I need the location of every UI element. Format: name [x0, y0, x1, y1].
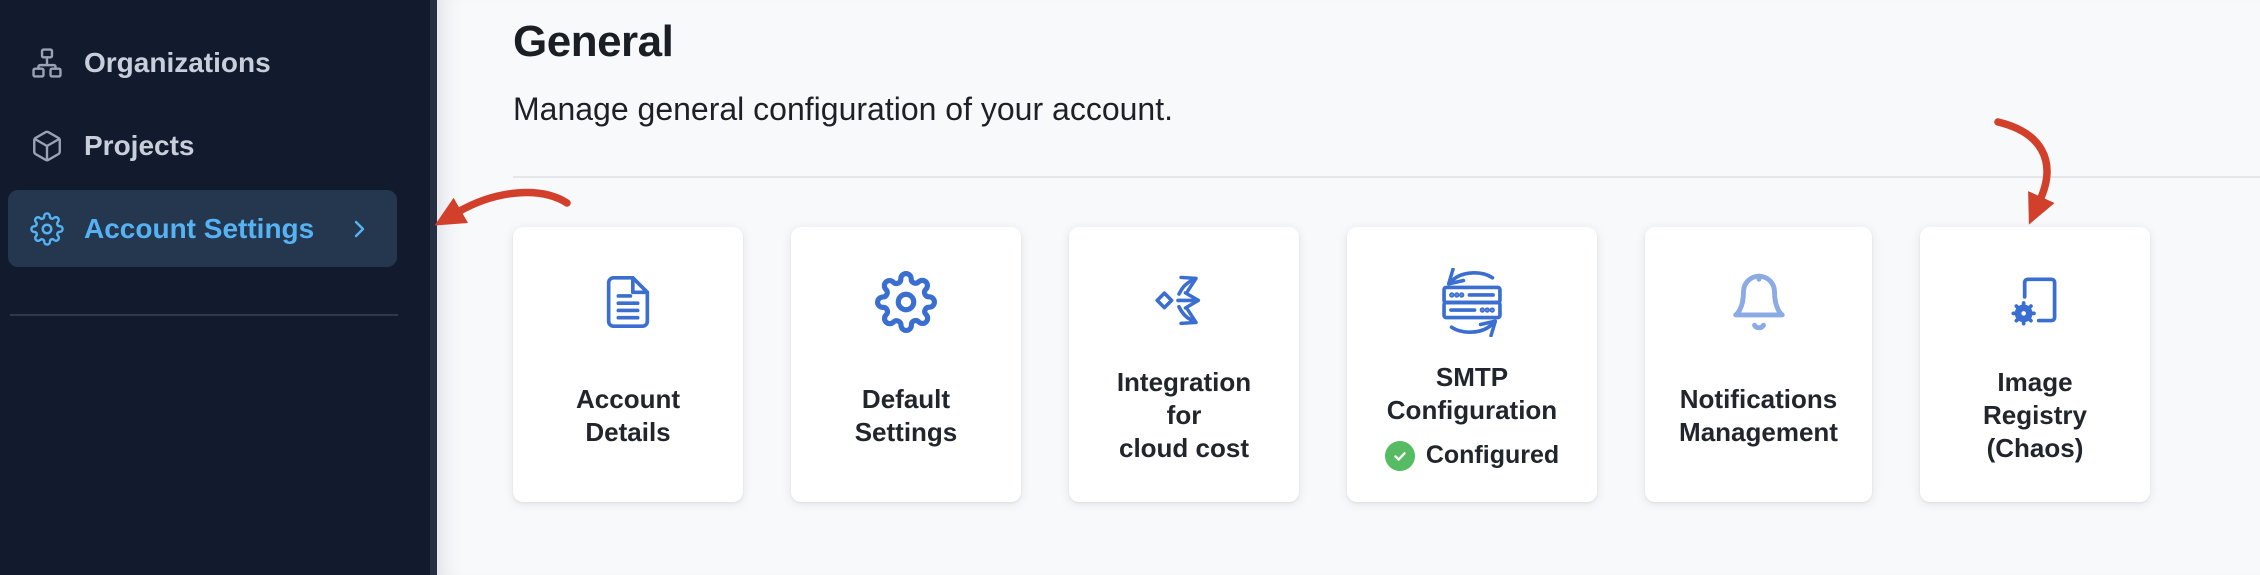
card-title: NotificationsManagement	[1679, 383, 1838, 449]
bell-icon	[1728, 267, 1790, 337]
sidebar-item-label: Projects	[84, 130, 195, 162]
check-circle-icon	[1385, 441, 1415, 471]
card-account-details[interactable]: AccountDetails	[513, 227, 743, 502]
smtp-server-sync-icon	[1429, 267, 1515, 337]
card-title: AccountDetails	[576, 383, 680, 449]
page-subtitle: Manage general configuration of your acc…	[513, 90, 2260, 128]
settings-cards-grid: AccountDetails DefaultSettings	[513, 227, 2260, 502]
card-notifications-management[interactable]: NotificationsManagement	[1645, 227, 1872, 502]
section-divider	[513, 176, 2260, 178]
cube-icon	[30, 129, 64, 163]
sidebar-item-account-settings[interactable]: Account Settings	[8, 190, 397, 267]
main-content: General Manage general configuration of …	[437, 0, 2260, 575]
card-smtp-configuration[interactable]: SMTPConfiguration Configured	[1347, 227, 1597, 502]
card-title: Integrationforcloud cost	[1117, 366, 1251, 465]
integration-arrows-icon	[1150, 267, 1218, 337]
sidebar-item-label: Account Settings	[84, 213, 314, 245]
card-title: DefaultSettings	[855, 383, 958, 449]
card-image-registry-chaos[interactable]: ImageRegistry(Chaos)	[1920, 227, 2150, 502]
status-label: Configured	[1426, 441, 1559, 470]
document-icon	[599, 267, 657, 337]
card-title: ImageRegistry(Chaos)	[1983, 366, 2087, 465]
sidebar-item-organizations[interactable]: Organizations	[8, 24, 397, 101]
card-integration-cloud-cost[interactable]: Integrationforcloud cost	[1069, 227, 1299, 502]
chevron-right-icon	[347, 217, 371, 241]
card-default-settings[interactable]: DefaultSettings	[791, 227, 1021, 502]
sidebar: Organizations Projects Account Settings	[0, 0, 437, 575]
status-badge: Configured	[1385, 441, 1559, 471]
page-title: General	[513, 16, 2260, 68]
sidebar-divider	[10, 314, 398, 316]
settings-page: { "sidebar": { "items": [ { "label": "Or…	[0, 0, 2260, 575]
org-chart-icon	[30, 46, 64, 80]
image-registry-gear-icon	[2002, 267, 2068, 337]
gear-icon	[30, 212, 64, 246]
card-title: SMTPConfiguration	[1387, 361, 1557, 427]
gear-icon	[875, 267, 937, 337]
sidebar-nav: Organizations Projects Account Settings	[0, 0, 430, 267]
sidebar-item-projects[interactable]: Projects	[8, 107, 397, 184]
sidebar-item-label: Organizations	[84, 47, 271, 79]
